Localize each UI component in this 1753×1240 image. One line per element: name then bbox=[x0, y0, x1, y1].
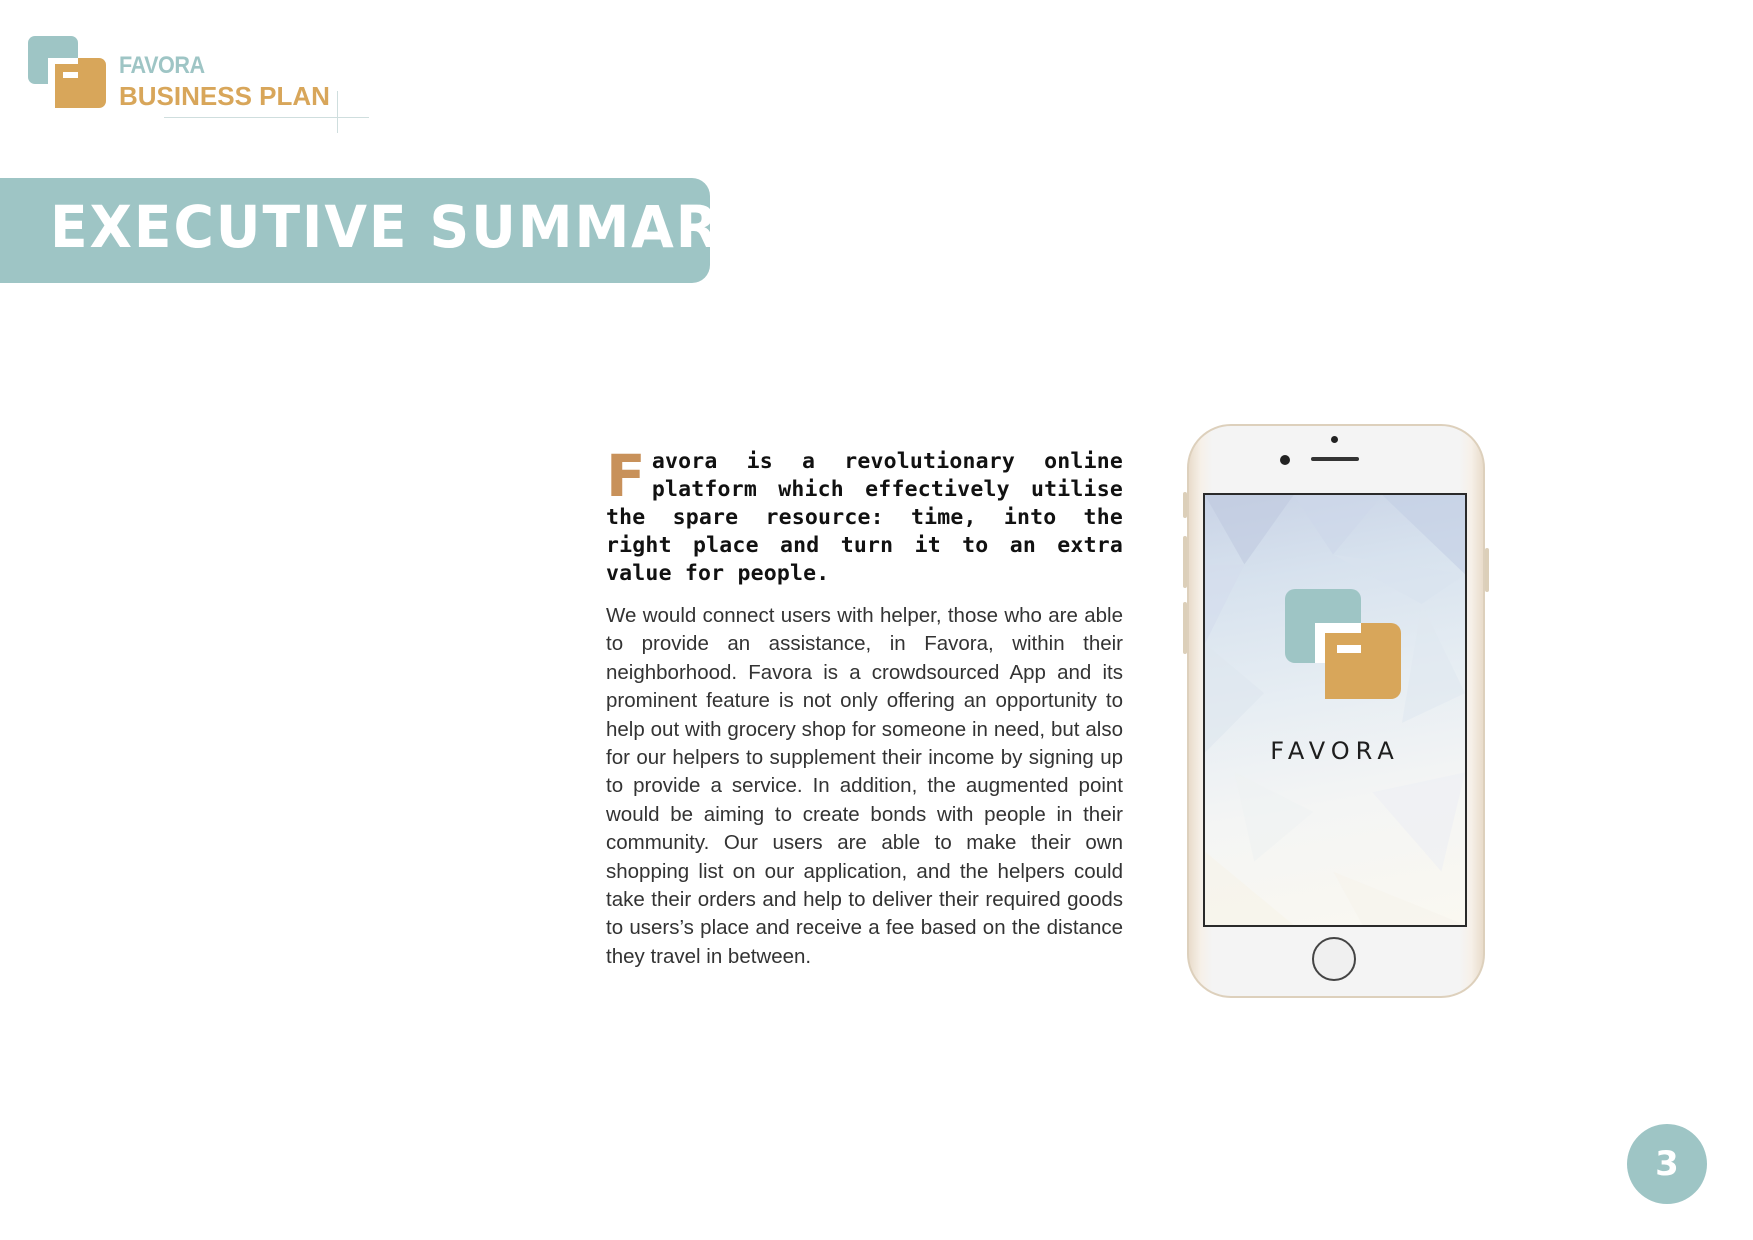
phone-home-button bbox=[1312, 937, 1356, 981]
favora-logo-icon bbox=[1285, 589, 1401, 699]
body-paragraph: We would connect users with helper, thos… bbox=[606, 604, 1123, 968]
divider bbox=[164, 117, 369, 118]
polygon-background bbox=[1205, 495, 1465, 925]
favora-logo-icon bbox=[28, 36, 106, 108]
drop-cap: F bbox=[606, 442, 646, 510]
app-name: FAVORA bbox=[1270, 737, 1400, 765]
page-number-badge: 3 bbox=[1627, 1124, 1707, 1204]
brand-name: FAVORA bbox=[119, 52, 205, 79]
page-title: EXECUTIVE SUMMARY bbox=[50, 193, 759, 261]
brand-subtitle: BUSINESS PLAN bbox=[119, 81, 330, 111]
phone-screen: FAVORA bbox=[1203, 493, 1467, 927]
phone-camera-icon bbox=[1280, 455, 1290, 465]
phone-speaker-icon bbox=[1311, 457, 1359, 461]
divider bbox=[337, 91, 338, 133]
phone-sensor-icon bbox=[1331, 436, 1338, 443]
page-number: 3 bbox=[1655, 1144, 1679, 1184]
phone-side-button bbox=[1485, 548, 1489, 592]
lead-text: avora is a revolutionary online platform… bbox=[606, 449, 1123, 586]
lead-paragraph: Favora is a revolutionary online platfor… bbox=[606, 442, 1123, 588]
